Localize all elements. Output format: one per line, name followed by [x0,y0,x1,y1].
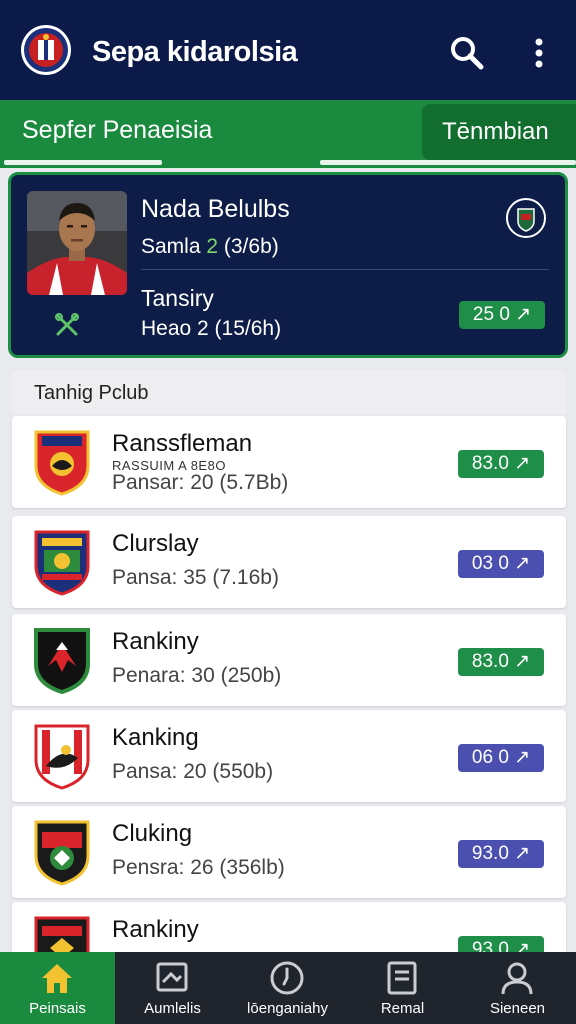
tab-label: Tēnmbian [442,118,549,145]
ranking-row[interactable]: Ranssfleman RASSUIM A 8E8O Pansar: 20 (5… [12,416,566,508]
divider [141,269,549,270]
document-icon [387,961,417,995]
ranking-row[interactable]: Kanking Pansa: 20 (550b) 06 0 ↗ [12,710,566,802]
club-crest-icon [34,820,90,886]
row-title: Rankiny [112,916,199,943]
nav-label: Aumlelis [144,1000,201,1017]
row-title: Ranssfleman [112,430,253,457]
nav-label: Remal [380,1000,425,1017]
team-badge-icon[interactable] [505,197,547,239]
club-crest-icon [34,628,90,694]
club-crest-icon [34,430,90,496]
row-title: Clurslay [112,530,199,557]
row-stat: Pansa: 35 (7.16b) [112,566,279,589]
ranking-row[interactable]: Clurslay Pansa: 35 (7.16b) 03 0 ↗ [12,516,566,608]
tab-sepfer-penaeisia[interactable]: Sepfer Penaeisia [0,100,300,168]
nav-label: Peinsais [29,1000,86,1017]
row-stat: Pansa: 20 (550b) [112,760,274,783]
more-vert-icon[interactable] [526,34,552,72]
score-badge[interactable]: 06 0 ↗ [458,744,544,772]
player-photo [27,191,127,295]
score-badge[interactable]: 93.0 ↗ [458,840,544,868]
app-title: Sepa kidarolsia [92,36,298,68]
news-icon [156,962,188,992]
search-icon[interactable] [448,34,486,72]
home-icon [42,964,72,993]
row-title: Cluking [112,820,193,847]
bottom-navigation: Peinsais Aumlelis lōenganiahy Remal Sien… [0,952,576,1024]
player-name: Nada Belulbs [141,195,290,223]
score-badge[interactable]: 83.0 ↗ [458,450,544,478]
tools-icon[interactable] [53,311,81,339]
score-badge[interactable]: 83.0 ↗ [458,648,544,676]
ranking-row[interactable]: Rankiny Penara: 30 (250b) 83.0 ↗ [12,614,566,706]
row-stat: Pansar: 20 (5.7Bb) [112,471,289,494]
club-crest-icon [34,724,90,790]
score-badge[interactable]: 03 0 ↗ [458,550,544,578]
tab-label: Sepfer Penaeisia [22,116,213,144]
tab-indicator [320,160,576,165]
clock-icon [270,961,304,995]
featured-player-card[interactable]: Nada Belulbs Samla 2 (3/6b) Tansiry Heao… [8,172,568,358]
ranking-row[interactable]: Cluking Pensra: 26 (356lb) 93.0 ↗ [12,806,566,898]
player-meta-prefix: Samla [141,235,207,258]
nav-label: Sieneen [489,1000,546,1017]
row-stat: Pensra: 26 (356lb) [112,856,285,879]
player-meta: Samla 2 (3/6b) [141,235,279,259]
app-bar: Sepa kidarolsia [0,0,576,100]
player-meta-highlight: 2 [206,235,219,258]
nav-item-clock[interactable]: lōenganiahy [230,952,345,1024]
club-logo-icon[interactable] [20,24,72,76]
profile-icon [501,962,533,995]
club-crest-icon [34,530,90,596]
nav-item-profile[interactable]: Sieneen [460,952,575,1024]
nav-item-home[interactable]: Peinsais [0,952,115,1024]
ranking-list-header: Tanhig Pclub [12,370,566,414]
player-meta-suffix: (3/6b) [218,235,279,258]
player-sub-label: Tansiry [141,285,214,311]
row-stat: Penara: 30 (250b) [112,664,282,687]
nav-item-news[interactable]: Aumlelis [115,952,230,1024]
nav-label: lōenganiahy [247,1000,328,1017]
tab-bar: Sepfer Penaeisia Tēnmbian [0,100,576,168]
tab-tenmbian[interactable]: Tēnmbian [422,104,576,160]
player-sub-meta: Heao 2 (15/6h) [141,317,282,340]
row-title: Kanking [112,724,199,751]
nav-item-document[interactable]: Remal [345,952,460,1024]
score-badge[interactable]: 25 0 ↗ [459,301,545,329]
row-title: Rankiny [112,628,199,655]
ranking-list-title: Tanhig Pclub [34,382,149,404]
tab-indicator [4,160,162,165]
